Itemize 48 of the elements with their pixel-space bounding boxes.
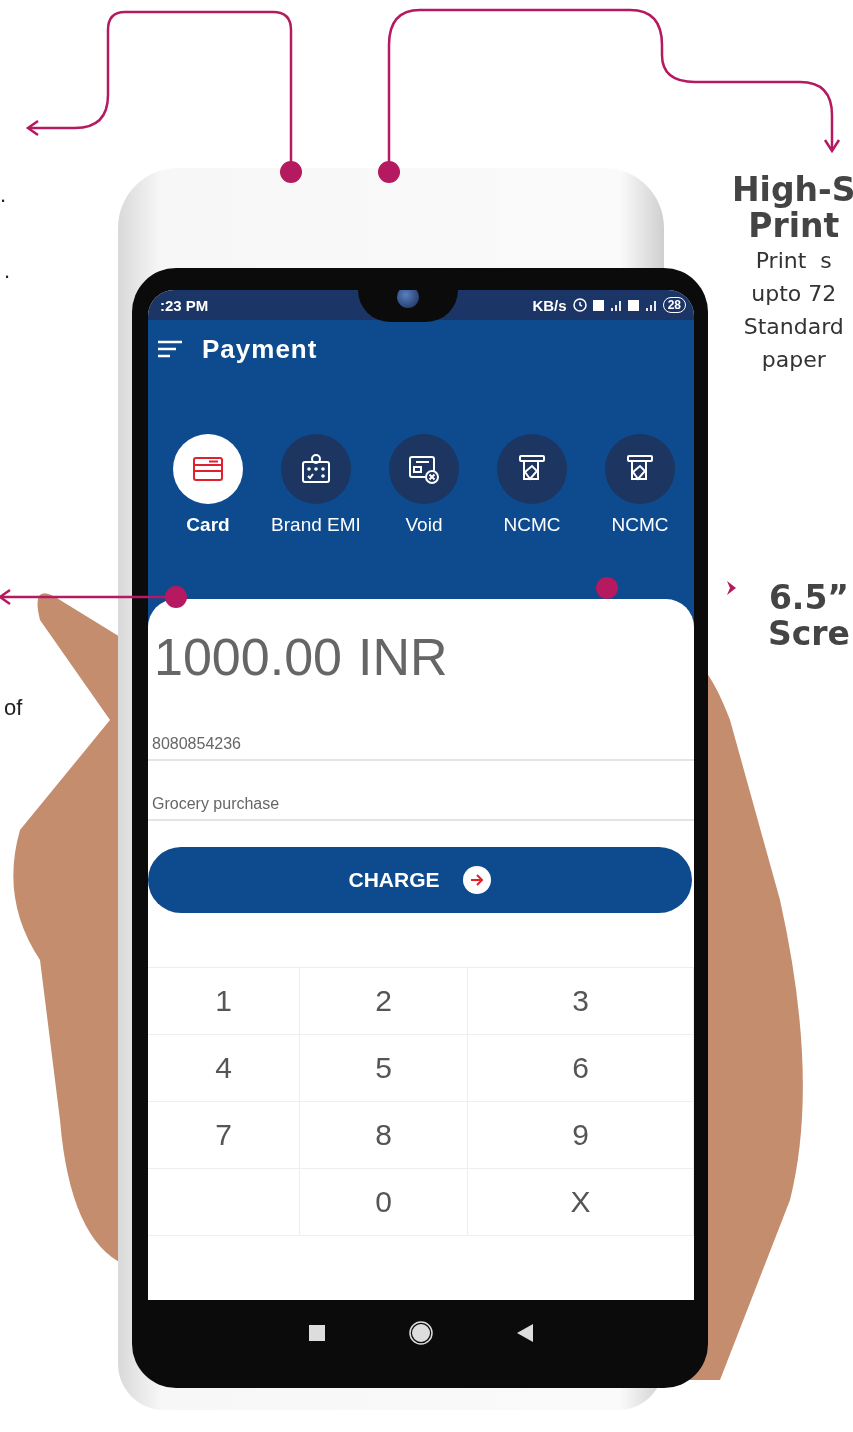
feature-title: High-S	[732, 172, 853, 208]
currency-label: INR	[357, 627, 448, 688]
network-speed: KB/s	[532, 296, 567, 314]
keypad-key[interactable]: X	[468, 1169, 694, 1236]
feature-title: Print	[748, 208, 840, 244]
keypad-key[interactable]: 8	[300, 1102, 468, 1169]
home-button[interactable]	[409, 1321, 433, 1345]
keypad-key[interactable]: 1	[148, 968, 300, 1035]
feature-title: 6.5”	[768, 580, 850, 616]
signal-icon	[644, 299, 657, 311]
screen-title: Payment	[202, 333, 318, 365]
alarm-icon	[572, 298, 587, 312]
feature-text: Print s	[755, 247, 832, 275]
feature-text: .	[0, 182, 7, 208]
keypad-key[interactable]: 0	[300, 1169, 468, 1236]
callout-dot	[596, 577, 618, 599]
keypad-key[interactable]: 4	[148, 1035, 300, 1102]
signal-icon	[609, 299, 622, 311]
feature-text: paper	[761, 346, 826, 374]
keypad-key[interactable]: 2	[300, 968, 468, 1035]
arrowhead-icon	[727, 581, 736, 595]
keypad-key[interactable]: 6	[468, 1035, 694, 1102]
amount-value: 1000.00	[154, 627, 342, 688]
payment-mode-tab[interactable]: Card	[154, 434, 262, 536]
payment-mode-tab[interactable]: NCMC	[586, 434, 694, 536]
menu-icon[interactable]	[158, 339, 182, 359]
feature-text: Standard	[743, 313, 844, 341]
keypad-key[interactable]: 7	[148, 1102, 300, 1169]
feature-text: .	[4, 258, 11, 284]
keypad-key[interactable]: 3	[468, 968, 694, 1035]
status-time: :23 PM	[160, 296, 209, 314]
feature-text: upto 72	[751, 280, 837, 308]
payment-mode-tab[interactable]: Brand EMI	[262, 434, 370, 536]
keypad-key[interactable]: 5	[300, 1035, 468, 1102]
input-field[interactable]: 8080854236	[148, 727, 694, 761]
triangle-icon	[517, 1324, 533, 1342]
square-icon	[309, 1325, 325, 1341]
arrow-right-icon	[461, 865, 492, 895]
charge-button[interactable]: CHARGE	[148, 847, 692, 913]
circle-icon	[409, 1321, 433, 1345]
payment-mode-tab[interactable]: Void	[370, 434, 478, 536]
payment-mode-tab[interactable]: NCMC	[478, 434, 586, 536]
feature-text: of	[4, 695, 23, 721]
calendar-icon	[299, 452, 333, 486]
feature-title: Scre	[768, 616, 850, 652]
back-button[interactable]	[517, 1324, 533, 1342]
keypad-key[interactable]: 9	[468, 1102, 694, 1169]
input-field[interactable]: Grocery purchase	[148, 787, 694, 821]
